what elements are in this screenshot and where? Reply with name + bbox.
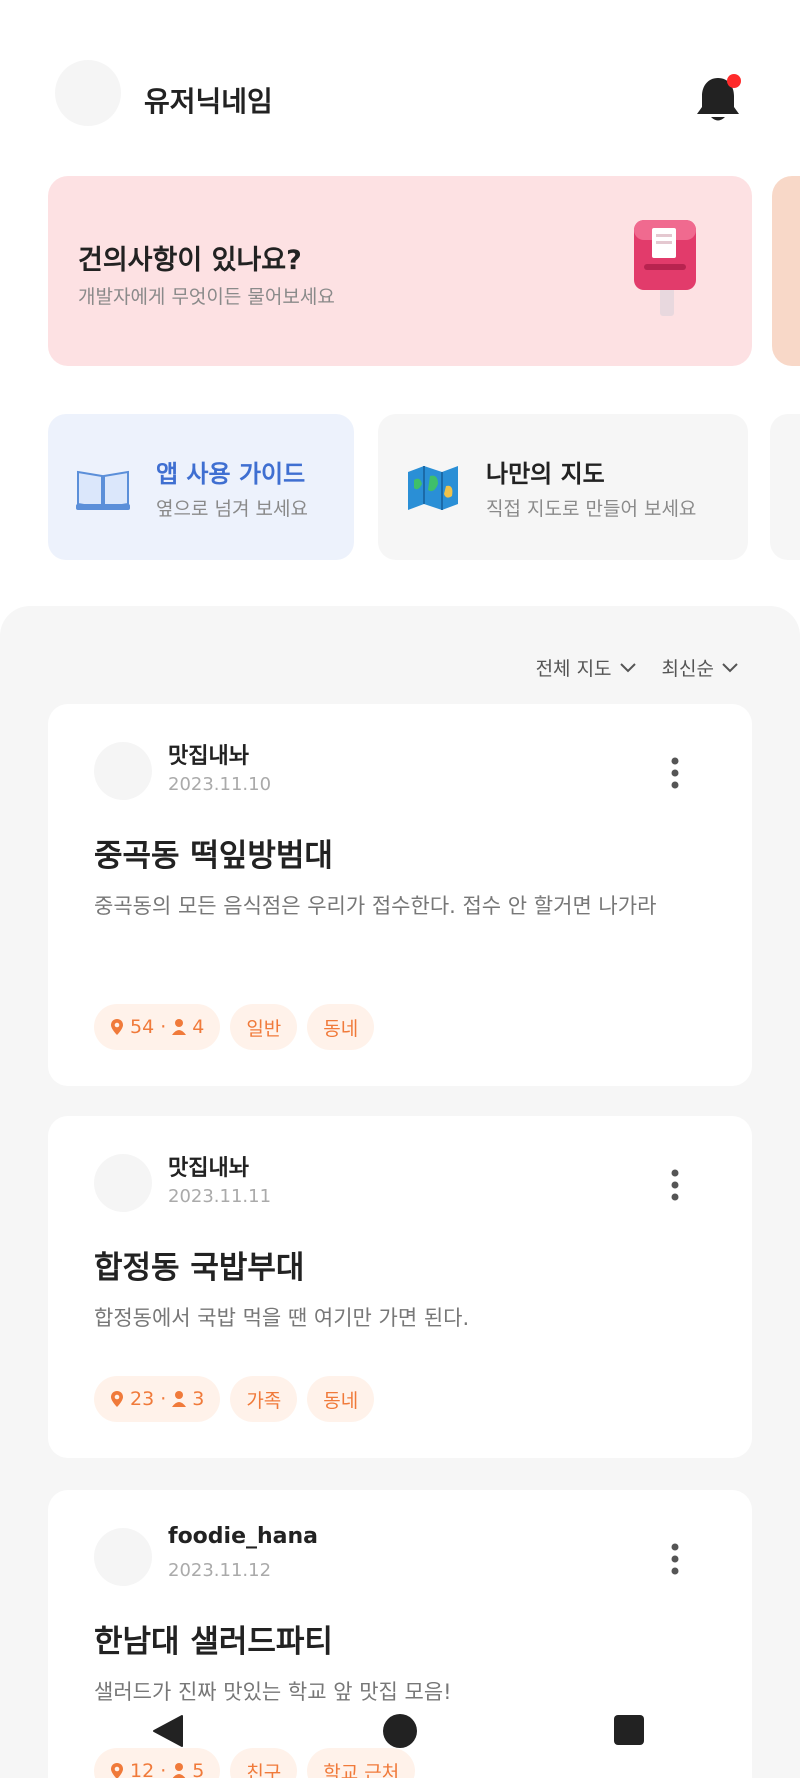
- app-header: 유저닉네임: [0, 0, 800, 190]
- map-subtitle: 직접 지도로 만들어 보세요: [486, 498, 697, 520]
- post-card[interactable]: 맛집내놔 2023.11.10 중곡동 떡잎방범대 중곡동의 모든 음식점은 우…: [48, 704, 752, 1086]
- map-icon: [408, 466, 458, 510]
- location-pin-icon: [111, 1019, 123, 1035]
- person-icon: [172, 1019, 187, 1035]
- suggestion-banner[interactable]: 건의사항이 있나요? 개발자에게 무엇이든 물어보세요: [48, 176, 752, 366]
- author-name: 맛집내놔: [168, 744, 249, 769]
- post-title: 한남대 샐러드파티: [94, 1624, 333, 1660]
- post-title: 중곡동 떡잎방범대: [94, 838, 333, 874]
- map-title: 나만의 지도: [486, 460, 605, 488]
- username-label: 유저닉네임: [144, 85, 273, 118]
- member-count: 4: [192, 1016, 205, 1038]
- post-date: 2023.11.12: [168, 1560, 272, 1581]
- more-options-icon[interactable]: [670, 1542, 680, 1576]
- more-options-icon[interactable]: [670, 756, 680, 790]
- author-avatar[interactable]: [94, 1528, 152, 1586]
- chevron-down-icon: [619, 662, 636, 672]
- separator-dot: ·: [160, 1016, 167, 1038]
- post-tags: 23 · 3 가족 동네: [94, 1376, 375, 1422]
- book-icon: [76, 470, 130, 510]
- category-tag: 동네: [307, 1376, 375, 1422]
- post-date: 2023.11.11: [168, 1186, 272, 1207]
- feed-filters: 전체 지도 최신순: [536, 654, 738, 681]
- author-name: foodie_hana: [168, 1524, 319, 1549]
- place-count: 54: [130, 1016, 155, 1038]
- sort-label: 최신순: [661, 658, 714, 680]
- member-count: 3: [192, 1388, 205, 1410]
- guide-subtitle: 옆으로 넘겨 보세요: [156, 498, 308, 520]
- recent-apps-button[interactable]: [614, 1715, 644, 1745]
- separator-dot: ·: [160, 1388, 167, 1410]
- sort-dropdown[interactable]: 최신순: [662, 654, 738, 681]
- person-icon: [172, 1391, 187, 1407]
- banner-title: 건의사항이 있나요?: [78, 245, 302, 276]
- my-map-card[interactable]: 나만의 지도 직접 지도로 만들어 보세요: [378, 414, 748, 560]
- map-filter-dropdown[interactable]: 전체 지도: [536, 654, 636, 681]
- next-quick-card-peek[interactable]: [770, 414, 800, 560]
- post-card[interactable]: 맛집내놔 2023.11.11 합정동 국밥부대 합정동에서 국밥 먹을 땐 여…: [48, 1116, 752, 1458]
- place-count: 23: [130, 1388, 155, 1410]
- category-tag: 가족: [230, 1376, 298, 1422]
- map-filter-label: 전체 지도: [535, 658, 612, 680]
- more-options-icon[interactable]: [670, 1168, 680, 1202]
- stats-tag: 54 · 4: [94, 1004, 221, 1050]
- home-button[interactable]: [383, 1714, 417, 1748]
- back-icon[interactable]: [152, 1714, 184, 1748]
- post-tags: 54 · 4 일반 동네: [94, 1004, 375, 1050]
- author-name: 맛집내놔: [168, 1156, 249, 1181]
- mailbox-icon: [634, 220, 696, 316]
- banner-subtitle: 개발자에게 무엇이든 물어보세요: [78, 286, 335, 308]
- stats-tag: 23 · 3: [94, 1376, 221, 1422]
- next-banner-peek[interactable]: [772, 176, 800, 366]
- notification-badge: [727, 74, 741, 88]
- post-title: 합정동 국밥부대: [94, 1250, 305, 1286]
- chevron-down-icon: [722, 662, 738, 672]
- profile-avatar[interactable]: [55, 60, 121, 126]
- post-description: 중곡동의 모든 음식점은 우리가 접수한다. 접수 안 할거면 나가라: [94, 894, 657, 918]
- guide-title: 앱 사용 가이드: [156, 460, 306, 488]
- post-description: 합정동에서 국밥 먹을 땐 여기만 가면 된다.: [94, 1306, 470, 1330]
- category-tag: 일반: [230, 1004, 298, 1050]
- app-guide-card[interactable]: 앱 사용 가이드 옆으로 넘겨 보세요: [48, 414, 354, 560]
- author-avatar[interactable]: [94, 1154, 152, 1212]
- post-date: 2023.11.10: [168, 774, 272, 795]
- location-pin-icon: [111, 1391, 123, 1407]
- category-tag: 동네: [307, 1004, 375, 1050]
- author-avatar[interactable]: [94, 742, 152, 800]
